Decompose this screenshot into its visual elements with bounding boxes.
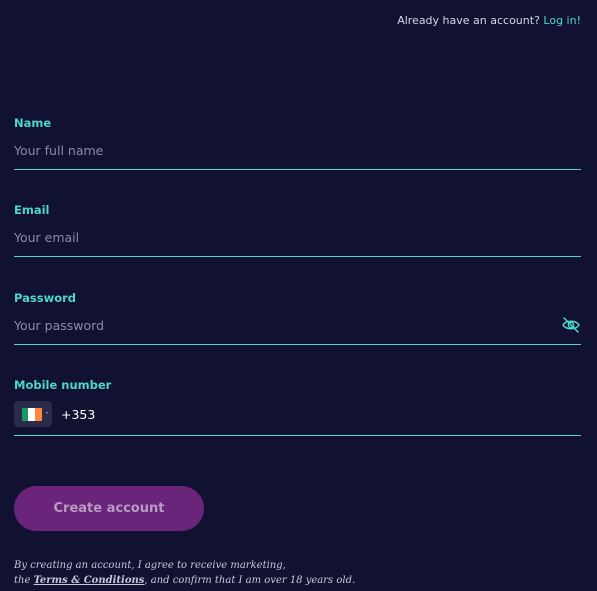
legal-line-1: By creating an account, I agree to recei… bbox=[14, 560, 286, 571]
password-field: Password bbox=[14, 290, 581, 345]
email-field: Email bbox=[14, 202, 581, 257]
name-label: Name bbox=[14, 116, 52, 130]
password-input[interactable] bbox=[14, 313, 561, 337]
login-link[interactable]: Log in! bbox=[543, 14, 581, 27]
already-have-account-text: Already have an account? bbox=[397, 14, 540, 27]
dial-code[interactable]: +353 bbox=[61, 407, 95, 422]
chevron-down-icon bbox=[46, 412, 48, 414]
mobile-field: Mobile number +353 bbox=[14, 377, 581, 436]
legal-line-2: the Terms & Conditions, and confirm that… bbox=[14, 573, 355, 588]
mobile-label: Mobile number bbox=[14, 378, 112, 392]
login-prompt: Already have an account? Log in! bbox=[397, 14, 581, 27]
terms-link[interactable]: Terms & Conditions bbox=[34, 575, 145, 586]
legal-text: By creating an account, I agree to recei… bbox=[14, 558, 355, 588]
email-row bbox=[14, 218, 581, 257]
name-row bbox=[14, 131, 581, 170]
ireland-flag-icon bbox=[21, 407, 42, 421]
password-row bbox=[14, 306, 581, 345]
password-label: Password bbox=[14, 291, 76, 305]
email-input[interactable] bbox=[14, 225, 581, 249]
name-field: Name bbox=[14, 115, 581, 170]
eye-slash-icon[interactable] bbox=[561, 315, 581, 335]
create-account-button[interactable]: Create account bbox=[14, 486, 204, 531]
name-input[interactable] bbox=[14, 138, 581, 162]
legal-suffix: , and confirm that I am over 18 years ol… bbox=[144, 575, 356, 586]
legal-prefix: the bbox=[14, 575, 31, 586]
mobile-row: +353 bbox=[14, 393, 581, 436]
email-label: Email bbox=[14, 203, 50, 217]
country-select[interactable] bbox=[14, 401, 52, 427]
